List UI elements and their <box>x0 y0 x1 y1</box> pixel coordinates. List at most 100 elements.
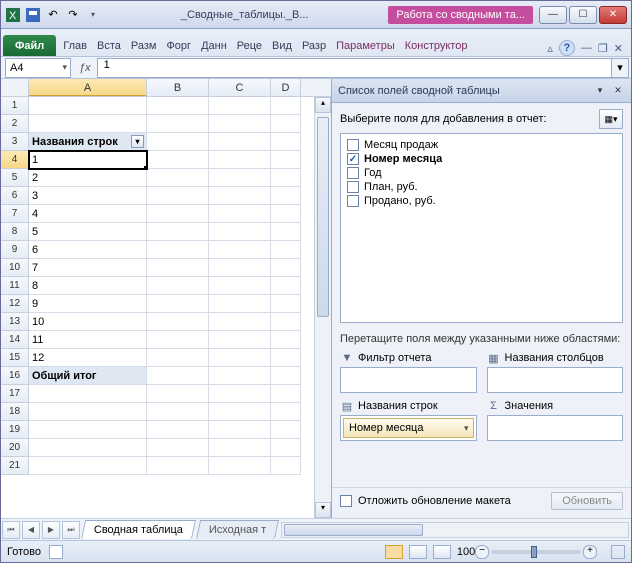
ribbon-tab-review[interactable]: Реце <box>232 35 267 56</box>
cell[interactable]: 8 <box>29 277 147 295</box>
scroll-thumb[interactable] <box>317 117 329 317</box>
row-header[interactable]: 18 <box>1 403 29 421</box>
cell[interactable] <box>209 277 271 295</box>
cell[interactable]: 3 <box>29 187 147 205</box>
row-header[interactable]: 3 <box>1 133 29 151</box>
minimize-button[interactable]: — <box>539 6 567 24</box>
cell[interactable] <box>209 187 271 205</box>
horizontal-scrollbar[interactable] <box>281 522 629 538</box>
row-header[interactable]: 4 <box>1 151 29 169</box>
cell[interactable] <box>209 259 271 277</box>
cell[interactable] <box>147 187 209 205</box>
formula-input[interactable]: 1 <box>97 58 611 78</box>
ribbon-tab-design[interactable]: Конструктор <box>400 35 473 56</box>
sheet-nav-next-icon[interactable]: ▶ <box>42 521 60 539</box>
ribbon-tab-data[interactable]: Данн <box>196 35 232 56</box>
cell[interactable] <box>209 169 271 187</box>
ribbon-minimize-icon[interactable]: ▵ <box>547 42 553 55</box>
worksheet-grid[interactable]: A B C D 123Названия строк▾41526374859610… <box>1 79 331 518</box>
column-header-A[interactable]: A <box>29 79 147 96</box>
field-checkbox[interactable] <box>347 139 359 151</box>
cell[interactable] <box>209 115 271 133</box>
cell[interactable] <box>29 421 147 439</box>
cell[interactable] <box>209 295 271 313</box>
cell[interactable]: 6 <box>29 241 147 259</box>
cell[interactable] <box>271 115 301 133</box>
cell[interactable]: Названия строк▾ <box>29 133 147 151</box>
workbook-minimize-icon[interactable]: — <box>581 42 592 54</box>
cell[interactable] <box>271 277 301 295</box>
cell[interactable] <box>271 385 301 403</box>
cell[interactable] <box>271 331 301 349</box>
field-checkbox[interactable] <box>347 181 359 193</box>
macro-record-icon[interactable] <box>49 545 63 559</box>
ribbon-tab-options[interactable]: Параметры <box>331 35 400 56</box>
cell[interactable] <box>209 457 271 475</box>
cell[interactable] <box>209 331 271 349</box>
field-row[interactable]: План, руб. <box>345 180 618 194</box>
cell[interactable] <box>147 439 209 457</box>
area-filter-drop[interactable] <box>340 367 477 393</box>
row-header[interactable]: 19 <box>1 421 29 439</box>
cell[interactable] <box>147 133 209 151</box>
cell[interactable] <box>271 241 301 259</box>
area-values-drop[interactable] <box>487 415 624 441</box>
cell[interactable] <box>209 133 271 151</box>
pane-close-icon[interactable]: ✕ <box>611 84 625 98</box>
cell[interactable] <box>271 133 301 151</box>
cell[interactable] <box>271 187 301 205</box>
sheet-nav-first-icon[interactable]: ⏮ <box>2 521 20 539</box>
redo-icon[interactable]: ↷ <box>65 7 81 23</box>
cell[interactable]: 2 <box>29 169 147 187</box>
ribbon-tab-insert[interactable]: Вста <box>92 35 126 56</box>
row-header[interactable]: 8 <box>1 223 29 241</box>
cell[interactable] <box>147 97 209 115</box>
cell[interactable] <box>209 385 271 403</box>
cell[interactable] <box>209 313 271 331</box>
vertical-scrollbar[interactable]: ▴ ▾ <box>314 97 331 518</box>
close-button[interactable]: ✕ <box>599 6 627 24</box>
cell[interactable] <box>29 457 147 475</box>
row-header[interactable]: 13 <box>1 313 29 331</box>
cell[interactable]: 1 <box>29 151 147 169</box>
field-list[interactable]: Месяц продаж✓Номер месяцаГодПлан, руб.Пр… <box>340 133 623 323</box>
cell[interactable]: 11 <box>29 331 147 349</box>
scroll-down-icon[interactable]: ▾ <box>315 502 331 518</box>
cell[interactable] <box>29 403 147 421</box>
cell[interactable] <box>271 169 301 187</box>
zoom-thumb[interactable] <box>531 546 537 558</box>
field-row[interactable]: ✓Номер месяца <box>345 152 618 166</box>
layout-options-button[interactable]: ▦▾ <box>599 109 623 129</box>
cell[interactable] <box>147 313 209 331</box>
cell[interactable] <box>147 349 209 367</box>
cell[interactable] <box>147 403 209 421</box>
view-page-layout-icon[interactable] <box>409 545 427 559</box>
row-header[interactable]: 17 <box>1 385 29 403</box>
cell[interactable] <box>29 97 147 115</box>
area-rows-item[interactable]: Номер месяца <box>343 418 474 438</box>
select-all-corner[interactable] <box>1 79 29 96</box>
name-box[interactable]: A4 <box>5 58 71 78</box>
cell[interactable] <box>147 421 209 439</box>
pivot-filter-dropdown[interactable]: ▾ <box>131 135 144 148</box>
defer-checkbox[interactable] <box>340 495 352 507</box>
row-header[interactable]: 6 <box>1 187 29 205</box>
fx-icon[interactable]: ƒx <box>73 62 97 74</box>
cell[interactable] <box>147 277 209 295</box>
cell[interactable] <box>271 97 301 115</box>
save-icon[interactable] <box>25 7 41 23</box>
cell[interactable] <box>147 385 209 403</box>
cell[interactable] <box>147 205 209 223</box>
cell[interactable] <box>209 403 271 421</box>
cell[interactable] <box>271 457 301 475</box>
cell[interactable] <box>271 205 301 223</box>
row-header[interactable]: 7 <box>1 205 29 223</box>
cell[interactable] <box>209 241 271 259</box>
sheet-tab-active[interactable]: Сводная таблица <box>81 520 196 539</box>
cell[interactable] <box>147 295 209 313</box>
cell[interactable] <box>271 151 301 169</box>
field-row[interactable]: Год <box>345 166 618 180</box>
sheet-nav-prev-icon[interactable]: ◀ <box>22 521 40 539</box>
cell[interactable] <box>147 169 209 187</box>
cell[interactable]: 5 <box>29 223 147 241</box>
